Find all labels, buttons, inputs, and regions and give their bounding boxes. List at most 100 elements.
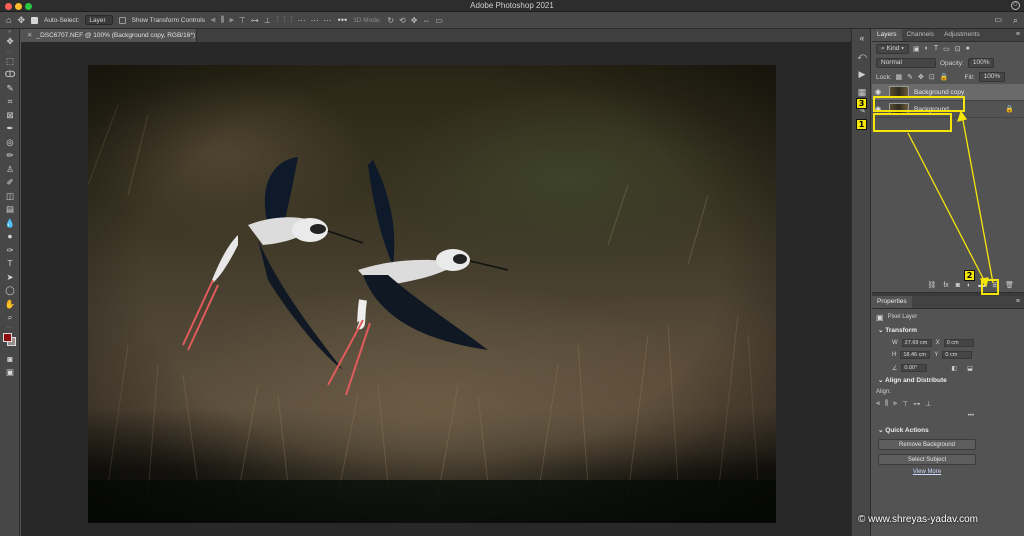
3d-mode-group[interactable]: ↻ ⟲ ✥ ⇔ ▭ [387, 16, 443, 25]
distribute-buttons-group[interactable]: ⫶ ⫶ ⫶ ⋯ ⋯ ⋯ [277, 15, 332, 25]
hand-tool[interactable]: ✋ [0, 298, 20, 312]
3d-slide-icon[interactable]: ⇔ [422, 16, 430, 25]
distribute-left-icon[interactable]: ⋯ [298, 16, 306, 25]
expand-panels-icon[interactable]: « [852, 29, 872, 47]
blend-mode-dropdown[interactable]: Normal [876, 58, 936, 68]
lock-all-icon[interactable]: 🔒 [940, 73, 949, 81]
x-field[interactable]: 0 cm [943, 339, 974, 347]
tab-properties[interactable]: Properties [872, 296, 912, 308]
lock-transparent-icon[interactable]: ▦ [896, 73, 903, 81]
angle-field[interactable]: 0.00° [901, 364, 928, 372]
properties-menu-icon[interactable]: ≡ [1016, 298, 1020, 305]
filter-toggle-icon[interactable]: ● [966, 45, 970, 53]
distribute-right-icon[interactable]: ⋯ [324, 16, 332, 25]
3d-camera-icon[interactable]: ▭ [435, 16, 443, 25]
align-top-edges-icon[interactable]: ⊤ [902, 400, 908, 408]
marquee-tool[interactable]: ⬚ [0, 55, 20, 69]
3d-drag-icon[interactable]: ✥ [411, 16, 418, 25]
link-layers-icon[interactable]: ⛓ [927, 278, 936, 292]
foreground-color[interactable] [3, 332, 12, 342]
lasso-tool[interactable]: ↀ [0, 68, 20, 82]
distribute-hcenter-icon[interactable]: ⋯ [311, 16, 319, 25]
home-icon[interactable]: ⌂ [6, 14, 11, 26]
align-bottom-edges-icon[interactable]: ⊥ [925, 400, 931, 408]
filter-pixel-icon[interactable]: ▣ [913, 45, 920, 53]
align-v-centers-icon[interactable]: ⊶ [913, 400, 920, 408]
brush-tool[interactable]: ✏ [0, 149, 20, 163]
3d-rotate-icon[interactable]: ↻ [387, 16, 394, 25]
filter-type-icon[interactable]: T [934, 45, 938, 53]
lock-artboard-icon[interactable]: ⊡ [929, 73, 935, 81]
color-swatches[interactable] [0, 331, 20, 353]
healing-brush-tool[interactable]: ◎ [0, 136, 20, 150]
view-more-link[interactable]: View More [878, 469, 976, 475]
crop-tool[interactable]: ⌗ [0, 95, 20, 109]
search-icon[interactable]: ⌕ [1013, 15, 1018, 26]
lock-position-icon[interactable]: ✥ [918, 73, 924, 81]
tab-channels[interactable]: Channels [902, 29, 939, 41]
flip-horizontal-icon[interactable]: ◧ [951, 365, 957, 372]
profile-icon[interactable]: ☺ [1011, 1, 1020, 10]
tab-adjustments[interactable]: Adjustments [939, 29, 985, 41]
more-options-icon[interactable]: ••• [338, 14, 347, 26]
clone-stamp-tool[interactable]: ♙ [0, 163, 20, 177]
fx-icon[interactable]: fx [943, 278, 948, 292]
distribute-top-icon[interactable]: ⫶ [277, 15, 279, 25]
document-image[interactable] [88, 65, 776, 523]
quick-actions-header[interactable]: ⌄ Quick Actions [872, 425, 1024, 437]
document-tab[interactable]: ✕ _DSC6707.NEF @ 100% (Background copy, R… [21, 29, 199, 42]
align-h-centers-icon[interactable]: ⫼ [885, 400, 888, 408]
align-section-header[interactable]: ⌄ Align and Distribute [872, 375, 1024, 387]
filter-smart-icon[interactable]: ⊡ [955, 45, 961, 53]
align-right-edges-icon[interactable]: ⫸ [893, 400, 897, 408]
filter-kind-dropdown[interactable]: ⌕ Kind ▾ [876, 44, 910, 54]
eye-icon[interactable]: ◉ [872, 88, 884, 96]
quick-select-tool[interactable]: ✎ [0, 82, 20, 96]
pen-tool[interactable]: ✑ [0, 244, 20, 258]
align-buttons-group[interactable]: ⫷ ⫼ ⫸ ⊤ ⊶ ⊥ [211, 15, 271, 25]
select-subject-button[interactable]: Select Subject [878, 454, 976, 465]
frame-tool[interactable]: ⊠ [0, 109, 20, 123]
transform-section-header[interactable]: ⌄ Transform [872, 325, 1024, 337]
align-center-icon[interactable]: ⫼ [221, 15, 225, 25]
blur-tool[interactable]: 💧 [0, 217, 20, 231]
align-left-icon[interactable]: ⫷ [211, 15, 216, 25]
tab-layers[interactable]: Layers [872, 29, 902, 41]
filter-shape-icon[interactable]: ▭ [943, 45, 950, 53]
align-right-icon[interactable]: ⫸ [229, 15, 234, 25]
auto-select-checkbox[interactable] [30, 16, 38, 24]
align-bottom-icon[interactable]: ⊥ [264, 16, 271, 25]
dodge-tool[interactable]: ● [0, 230, 20, 244]
opacity-field[interactable]: 100% [967, 58, 995, 68]
distribute-bottom-icon[interactable]: ⫶ [291, 15, 293, 25]
height-field[interactable]: 18.46 cm [900, 351, 931, 359]
eyedropper-tool[interactable]: ✒ [0, 122, 20, 136]
lock-icon[interactable]: 🔒 [1005, 105, 1014, 113]
remove-background-button[interactable]: Remove Background [878, 439, 976, 450]
mask-icon[interactable]: ◙ [956, 278, 960, 292]
screen-mode-icon[interactable]: ▣ [0, 366, 20, 380]
eraser-tool[interactable]: ◫ [0, 190, 20, 204]
y-field[interactable]: 0 cm [942, 351, 973, 359]
width-field[interactable]: 27.69 cm [901, 339, 932, 347]
zoom-tool[interactable]: ⌕ [0, 311, 20, 325]
actions-play-icon[interactable]: ▶ [852, 65, 872, 83]
show-transform-checkbox[interactable] [118, 16, 126, 24]
align-left-edges-icon[interactable]: ⫷ [876, 400, 880, 408]
move-tool-icon[interactable]: ✥ [17, 14, 25, 26]
filter-adjustment-icon[interactable]: ◐ [925, 45, 929, 53]
lock-image-icon[interactable]: ✎ [907, 73, 913, 81]
align-middle-icon[interactable]: ⊶ [251, 16, 259, 25]
distribute-center-icon[interactable]: ⫶ [284, 15, 286, 25]
close-tab-icon[interactable]: ✕ [27, 32, 32, 39]
fill-field[interactable]: 100% [978, 72, 1006, 82]
flip-vertical-icon[interactable]: ⬓ [967, 365, 973, 372]
move-tool[interactable]: ✥ [0, 35, 20, 49]
workspace-icon[interactable]: ▭ [994, 15, 1002, 24]
path-select-tool[interactable]: ➤ [0, 271, 20, 285]
shape-tool[interactable]: ◯ [0, 284, 20, 298]
history-brush-tool[interactable]: ✐ [0, 176, 20, 190]
more-align-icon[interactable]: ••• [968, 413, 974, 419]
trash-icon[interactable]: 🗑 [1005, 278, 1014, 292]
auto-select-dropdown[interactable]: Layer [85, 15, 113, 25]
